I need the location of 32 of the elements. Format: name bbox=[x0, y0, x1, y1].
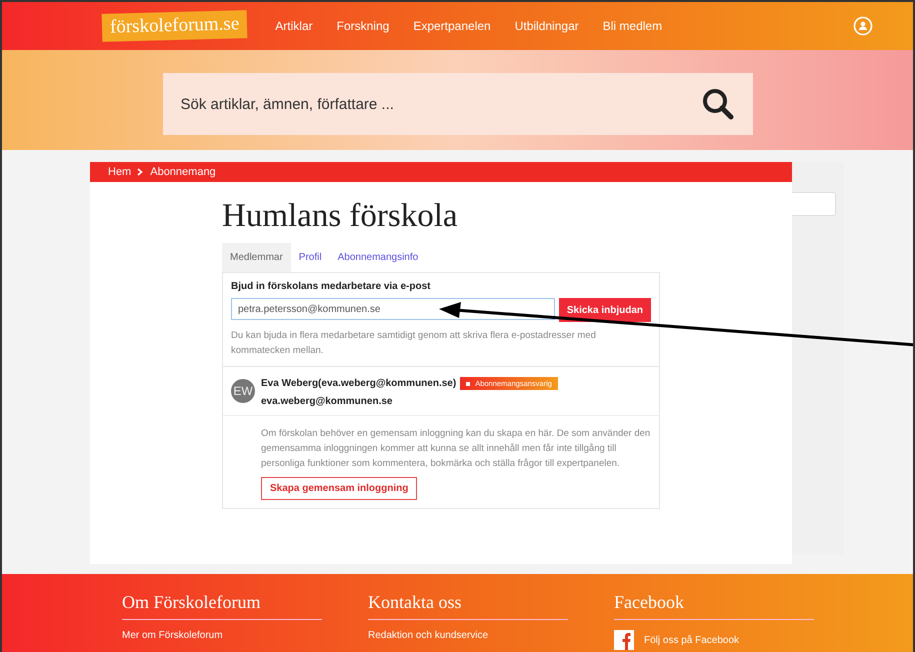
email-input[interactable]: petra.petersson@kommunen.se bbox=[231, 298, 555, 320]
help-text: Du kan bjuda in flera medarbetare samtidigt genom att skriva flera e-postadresser med kommatecken mellan. bbox=[231, 329, 597, 358]
footer-heading: Om Förskoleforum bbox=[122, 592, 322, 620]
breadcrumb-link[interactable]: Abonnemang bbox=[150, 166, 216, 178]
shared-login-text: Om förskolan behöver en gemensam inloggning kan du skapa en här. De som använder den gemensamma inloggningen kommer att kunna se allt innehåll men får inte tillgång till personliga funktioner som kommentera, bokmärka och ställa frågor till expertpanelen. bbox=[261, 427, 651, 471]
nav-link[interactable]: Bli medlem bbox=[602, 19, 662, 33]
member-name: Eva Weberg(eva.weberg@kommunen.se) bbox=[261, 378, 456, 389]
footer-heading: Kontakta oss bbox=[368, 592, 568, 620]
footer-link[interactable]: Följ oss på Facebook bbox=[614, 630, 814, 650]
breadcrumb-link[interactable]: Hem bbox=[108, 166, 132, 178]
facebook-icon bbox=[614, 630, 634, 650]
input-field[interactable] bbox=[792, 192, 836, 216]
tab[interactable]: Medlemmar bbox=[222, 243, 291, 272]
avatar: EW bbox=[231, 379, 255, 403]
invite-label: Bjud in förskolans medarbetare via e-post bbox=[231, 281, 432, 292]
page-title: Humlans förskola bbox=[222, 198, 459, 235]
tab[interactable]: Abonnemangsinfo bbox=[330, 243, 426, 272]
nav-link[interactable]: Expertpanelen bbox=[413, 19, 491, 33]
create-login-button[interactable]: Skapa gemensam inloggning bbox=[261, 477, 418, 500]
nav-link[interactable]: Artiklar bbox=[275, 19, 313, 33]
chevron-icon bbox=[137, 168, 144, 176]
footer-link[interactable]: Mer om Förskoleforum bbox=[122, 630, 322, 641]
user-icon[interactable] bbox=[853, 16, 873, 36]
tab[interactable]: Profil bbox=[290, 243, 330, 272]
footer-heading: Facebook bbox=[614, 592, 814, 620]
member-email: eva.weberg@kommunen.se bbox=[261, 396, 392, 407]
send-invite-button[interactable]: Skicka inbjudan bbox=[558, 298, 651, 322]
search-field[interactable]: Sök artiklar, ämnen, författare ... bbox=[162, 73, 752, 135]
search-icon[interactable] bbox=[700, 87, 734, 121]
nav-link[interactable]: Utbildningar bbox=[514, 19, 579, 33]
footer-link[interactable]: Redaktion och kundservice bbox=[368, 630, 568, 641]
nav-link[interactable]: Forskning bbox=[336, 19, 390, 33]
